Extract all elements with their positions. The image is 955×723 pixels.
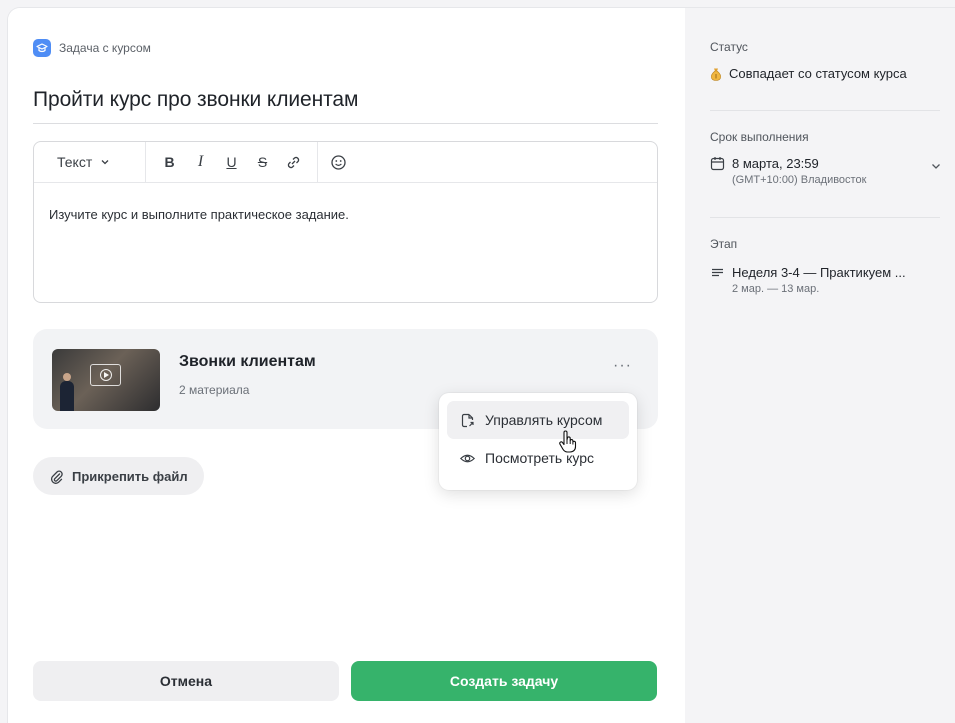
- task-modal: Задача с курсом Пройти курс про звонки к…: [8, 8, 955, 723]
- text-style-label: Текст: [57, 154, 93, 170]
- description-text[interactable]: Изучите курс и выполните практическое за…: [34, 183, 657, 246]
- task-main-panel: Задача с курсом Пройти курс про звонки к…: [8, 8, 685, 723]
- smile-icon: [331, 154, 346, 170]
- format-group: B I U S: [146, 142, 318, 182]
- stage-section: Этап Неделя 3-4 — Практикуем ... 2 мар. …: [710, 237, 940, 295]
- deadline-value: 8 марта, 23:59: [732, 156, 819, 171]
- sidebar-divider: [710, 110, 940, 111]
- attach-file-button[interactable]: Прикрепить файл: [33, 457, 204, 495]
- course-thumbnail: [52, 349, 160, 411]
- course-options-menu: Управлять курсом Посмотреть курс: [439, 393, 637, 490]
- money-bag-icon: [711, 68, 721, 81]
- italic-icon[interactable]: I: [189, 151, 212, 174]
- task-type-row: Задача с курсом: [33, 39, 151, 57]
- graduation-cap-icon: [33, 39, 51, 57]
- video-icon: [90, 364, 121, 386]
- chevron-down-icon: [932, 164, 940, 169]
- menu-item-manage-label: Управлять курсом: [485, 412, 603, 428]
- underline-icon[interactable]: U: [220, 151, 243, 174]
- strikethrough-icon[interactable]: S: [251, 151, 274, 174]
- text-style-dropdown[interactable]: Текст: [34, 142, 146, 182]
- external-file-icon: [461, 413, 474, 427]
- status-selector[interactable]: Совпадает со статусом курса: [710, 66, 940, 81]
- status-label: Статус: [710, 40, 748, 54]
- editor-toolbar: Текст B I U S: [34, 142, 657, 183]
- attach-file-label: Прикрепить файл: [72, 468, 188, 484]
- link-icon[interactable]: [282, 151, 305, 174]
- deadline-section: Срок выполнения 8 марта, 23:59 (GMT+10:0…: [710, 130, 940, 186]
- sidebar-divider: [710, 217, 940, 218]
- title-underline: [33, 123, 658, 124]
- deadline-timezone: (GMT+10:00) Владивосток: [732, 174, 867, 186]
- stage-list-icon: [712, 268, 723, 277]
- task-title-input[interactable]: Пройти курс про звонки клиентам: [33, 88, 358, 112]
- stage-value: Неделя 3-4 — Практикуем ...: [732, 265, 906, 280]
- emoji-button[interactable]: [318, 154, 347, 171]
- calendar-icon: [710, 157, 725, 171]
- menu-item-manage-course[interactable]: Управлять курсом: [447, 401, 629, 439]
- task-type-label: Задача с курсом: [59, 41, 151, 55]
- stage-label: Этап: [710, 237, 738, 251]
- description-editor: Текст B I U S Изучите курс и выполните п…: [33, 141, 658, 303]
- course-materials-count: 2 материала: [179, 383, 250, 397]
- presenter-figure: [60, 373, 74, 411]
- hand-pointer-cursor-icon: [559, 430, 577, 453]
- deadline-selector[interactable]: 8 марта, 23:59 (GMT+10:00) Владивосток: [710, 156, 940, 186]
- cancel-button[interactable]: Отмена: [33, 661, 339, 701]
- bold-icon[interactable]: B: [158, 151, 181, 174]
- status-value: Совпадает со статусом курса: [729, 66, 907, 81]
- deadline-label: Срок выполнения: [710, 130, 809, 144]
- paperclip-icon: [50, 470, 63, 484]
- create-task-button[interactable]: Создать задачу: [351, 661, 657, 701]
- course-name: Звонки клиентам: [179, 353, 316, 370]
- more-options-icon[interactable]: ···: [613, 357, 632, 375]
- stage-dates: 2 мар. — 13 мар.: [732, 283, 820, 295]
- menu-item-view-course[interactable]: Посмотреть курс: [447, 439, 629, 477]
- stage-selector[interactable]: Неделя 3-4 — Практикуем ... 2 мар. — 13 …: [710, 265, 940, 295]
- task-sidebar: Статус Совпадает со статусом курса Срок …: [685, 8, 955, 723]
- status-section: Статус Совпадает со статусом курса: [710, 40, 940, 81]
- eye-icon: [459, 454, 476, 462]
- chevron-down-icon: [101, 160, 109, 165]
